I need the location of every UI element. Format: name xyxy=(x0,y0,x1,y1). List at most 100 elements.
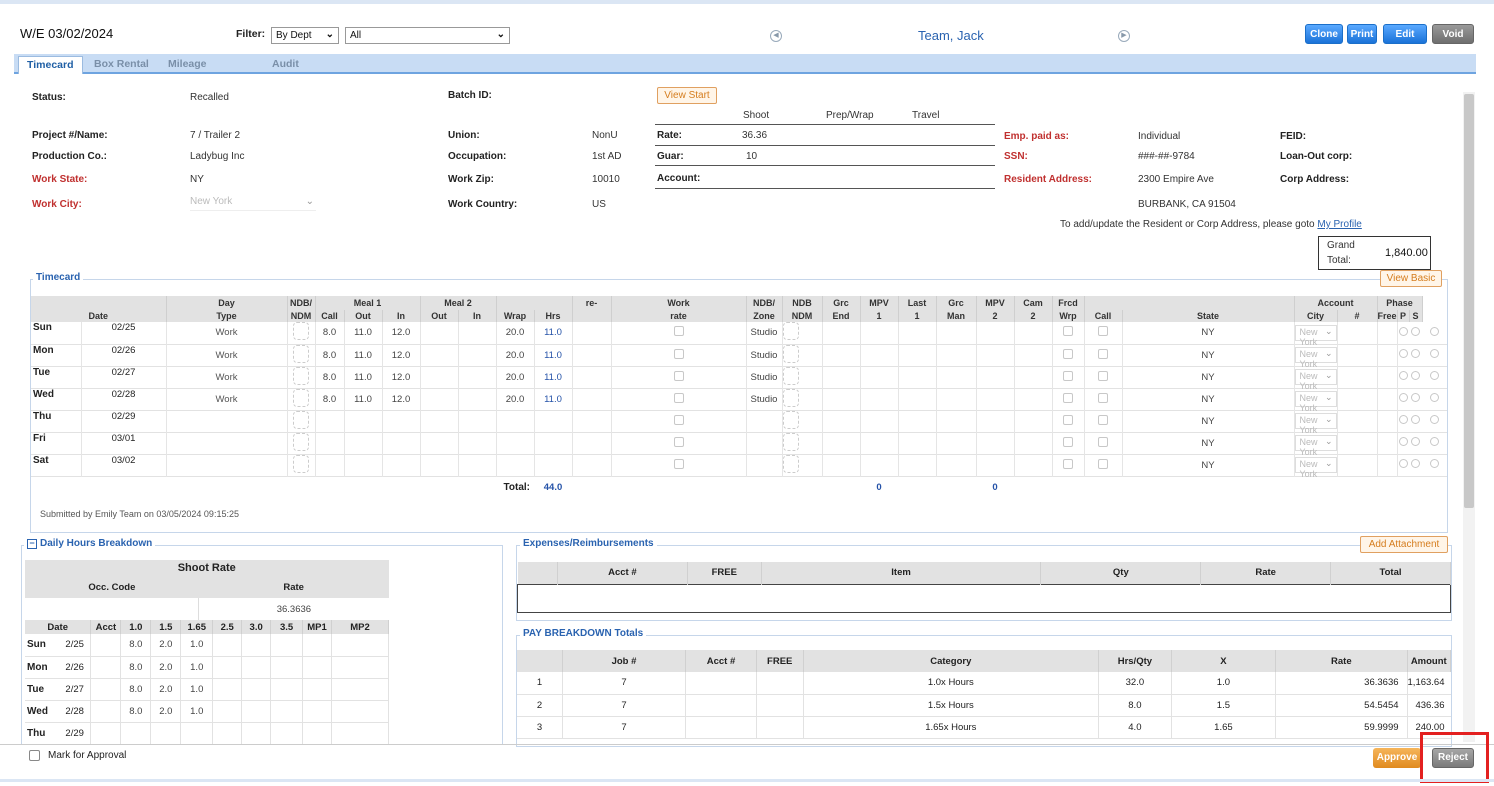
city-select[interactable]: New York ⌄ xyxy=(1294,391,1337,413)
cam-wrap-checkbox[interactable] xyxy=(1063,370,1073,381)
scrollbar-thumb[interactable] xyxy=(1464,94,1474,508)
ndm-checkbox[interactable] xyxy=(782,388,799,407)
timecard-header-cell: # xyxy=(1337,310,1378,322)
timecard-header-cell: Meal 1 xyxy=(315,296,421,310)
tab-timecard[interactable]: Timecard xyxy=(18,56,83,74)
city-select[interactable]: New York ⌄ xyxy=(1294,435,1337,457)
phase-s-checkbox[interactable] xyxy=(1411,459,1421,468)
phase-p-checkbox[interactable] xyxy=(1398,459,1408,468)
tab-mileage[interactable]: Mileage xyxy=(168,58,207,70)
zone-cell xyxy=(746,432,783,454)
timecard-header-cell: rate xyxy=(611,310,747,322)
cam-wrap-checkbox[interactable] xyxy=(1063,348,1073,359)
forced-call-checkbox[interactable] xyxy=(1098,392,1108,403)
forced-call-checkbox[interactable] xyxy=(1098,348,1108,359)
hrs-cell: 11.0 xyxy=(534,344,573,366)
phase-w-checkbox[interactable] xyxy=(1430,371,1439,380)
ndm-checkbox[interactable] xyxy=(293,322,309,341)
ndm-checkbox[interactable] xyxy=(782,322,799,341)
ndm-checkbox[interactable] xyxy=(293,454,309,473)
timecard-header-cell xyxy=(572,310,612,322)
forced-call-checkbox[interactable] xyxy=(1098,436,1108,447)
phase-p-checkbox[interactable] xyxy=(1398,326,1408,336)
forced-call-checkbox[interactable] xyxy=(1098,458,1108,469)
cam-wrap-checkbox[interactable] xyxy=(1063,458,1073,469)
ndm-checkbox[interactable] xyxy=(782,366,799,385)
tab-audit[interactable]: Audit xyxy=(272,58,299,70)
forced-call-checkbox[interactable] xyxy=(1098,414,1108,425)
prev-employee-icon[interactable]: ◀ xyxy=(770,30,782,42)
cam-wrap-checkbox[interactable] xyxy=(1063,326,1073,337)
city-select[interactable]: New York ⌄ xyxy=(1294,369,1337,391)
phase-s-checkbox[interactable] xyxy=(1411,371,1421,380)
rerate-checkbox[interactable] xyxy=(673,326,684,337)
phase-w-checkbox[interactable] xyxy=(1430,459,1439,468)
next-employee-icon[interactable]: ▶ xyxy=(1118,30,1130,42)
phase-p-checkbox[interactable] xyxy=(1398,415,1408,424)
cam-wrap-checkbox[interactable] xyxy=(1063,414,1073,425)
phase-w-checkbox[interactable] xyxy=(1430,349,1439,358)
rerate-checkbox[interactable] xyxy=(673,458,684,469)
mark-for-approval-checkbox[interactable] xyxy=(29,750,40,761)
phase-w-checkbox[interactable] xyxy=(1430,393,1439,402)
cam-wrap-checkbox[interactable] xyxy=(1063,392,1073,403)
phase-s-checkbox[interactable] xyxy=(1411,437,1421,446)
approve-button[interactable]: Approve xyxy=(1373,748,1421,768)
ndm-checkbox[interactable] xyxy=(293,344,309,363)
rate-header: Rate xyxy=(198,576,389,598)
meal-cell xyxy=(976,454,1015,476)
ndm-checkbox[interactable] xyxy=(782,410,799,429)
tab-box-rental[interactable]: Box Rental xyxy=(94,58,149,70)
phase-s-checkbox[interactable] xyxy=(1411,393,1421,402)
void-button[interactable]: Void xyxy=(1432,24,1474,44)
rerate-checkbox[interactable] xyxy=(673,392,684,403)
phase-p-checkbox[interactable] xyxy=(1398,393,1408,402)
clone-button[interactable]: Clone xyxy=(1305,24,1343,44)
rerate-checkbox[interactable] xyxy=(673,436,684,447)
phase-s-checkbox[interactable] xyxy=(1411,415,1421,424)
ndm-checkbox[interactable] xyxy=(782,432,799,451)
phase-p-checkbox[interactable] xyxy=(1398,349,1408,358)
daily-col-header: 1.65 xyxy=(180,620,214,634)
phase-s-checkbox[interactable] xyxy=(1411,326,1421,336)
cam-wrap-checkbox[interactable] xyxy=(1063,436,1073,447)
print-button[interactable]: Print xyxy=(1347,24,1377,44)
phase-w-checkbox[interactable] xyxy=(1430,326,1439,336)
grand-total-label2: Total: xyxy=(1327,255,1351,266)
ndm-checkbox[interactable] xyxy=(782,454,799,473)
view-start-button[interactable]: View Start xyxy=(657,87,717,104)
city-select[interactable]: New York ⌄ xyxy=(1294,347,1337,369)
rerate-checkbox[interactable] xyxy=(673,414,684,425)
view-basic-button[interactable]: View Basic xyxy=(1380,270,1442,287)
filter-select[interactable]: By Dept ⌄ xyxy=(271,27,339,44)
collapse-icon[interactable]: − xyxy=(27,539,37,549)
spacer-cell xyxy=(572,344,612,366)
work-city-select[interactable]: New York ⌄ xyxy=(190,196,316,211)
ndm-checkbox[interactable] xyxy=(293,410,309,429)
city-select[interactable]: New York ⌄ xyxy=(1294,457,1337,479)
phase-p-checkbox[interactable] xyxy=(1398,437,1408,446)
emp-paid-value: Individual xyxy=(1138,131,1181,142)
phase-w-checkbox[interactable] xyxy=(1430,415,1439,424)
department-select[interactable]: All ⌄ xyxy=(345,27,510,44)
edit-button[interactable]: Edit xyxy=(1383,24,1427,44)
phase-w-checkbox[interactable] xyxy=(1430,437,1439,446)
my-profile-link[interactable]: My Profile xyxy=(1317,219,1361,230)
phase-s-checkbox[interactable] xyxy=(1411,349,1421,358)
add-attachment-button[interactable]: Add Attachment xyxy=(1360,536,1448,553)
hrs-165-cell: 1.0 xyxy=(180,700,214,722)
forced-call-checkbox[interactable] xyxy=(1098,370,1108,381)
reject-button[interactable]: Reject xyxy=(1432,748,1474,768)
city-select[interactable]: New York ⌄ xyxy=(1294,324,1337,347)
hrs-1-cell: 8.0 xyxy=(120,700,152,722)
ndm-checkbox[interactable] xyxy=(782,344,799,363)
ndm-checkbox[interactable] xyxy=(293,366,309,385)
ndm-checkbox[interactable] xyxy=(293,388,309,407)
ndm-checkbox[interactable] xyxy=(293,432,309,451)
city-select[interactable]: New York ⌄ xyxy=(1294,413,1337,435)
forced-call-checkbox[interactable] xyxy=(1098,326,1108,337)
phase-p-checkbox[interactable] xyxy=(1398,371,1408,380)
rerate-checkbox[interactable] xyxy=(673,348,684,359)
rerate-checkbox[interactable] xyxy=(673,370,684,381)
hrs-1-cell: 8.0 xyxy=(120,678,152,700)
